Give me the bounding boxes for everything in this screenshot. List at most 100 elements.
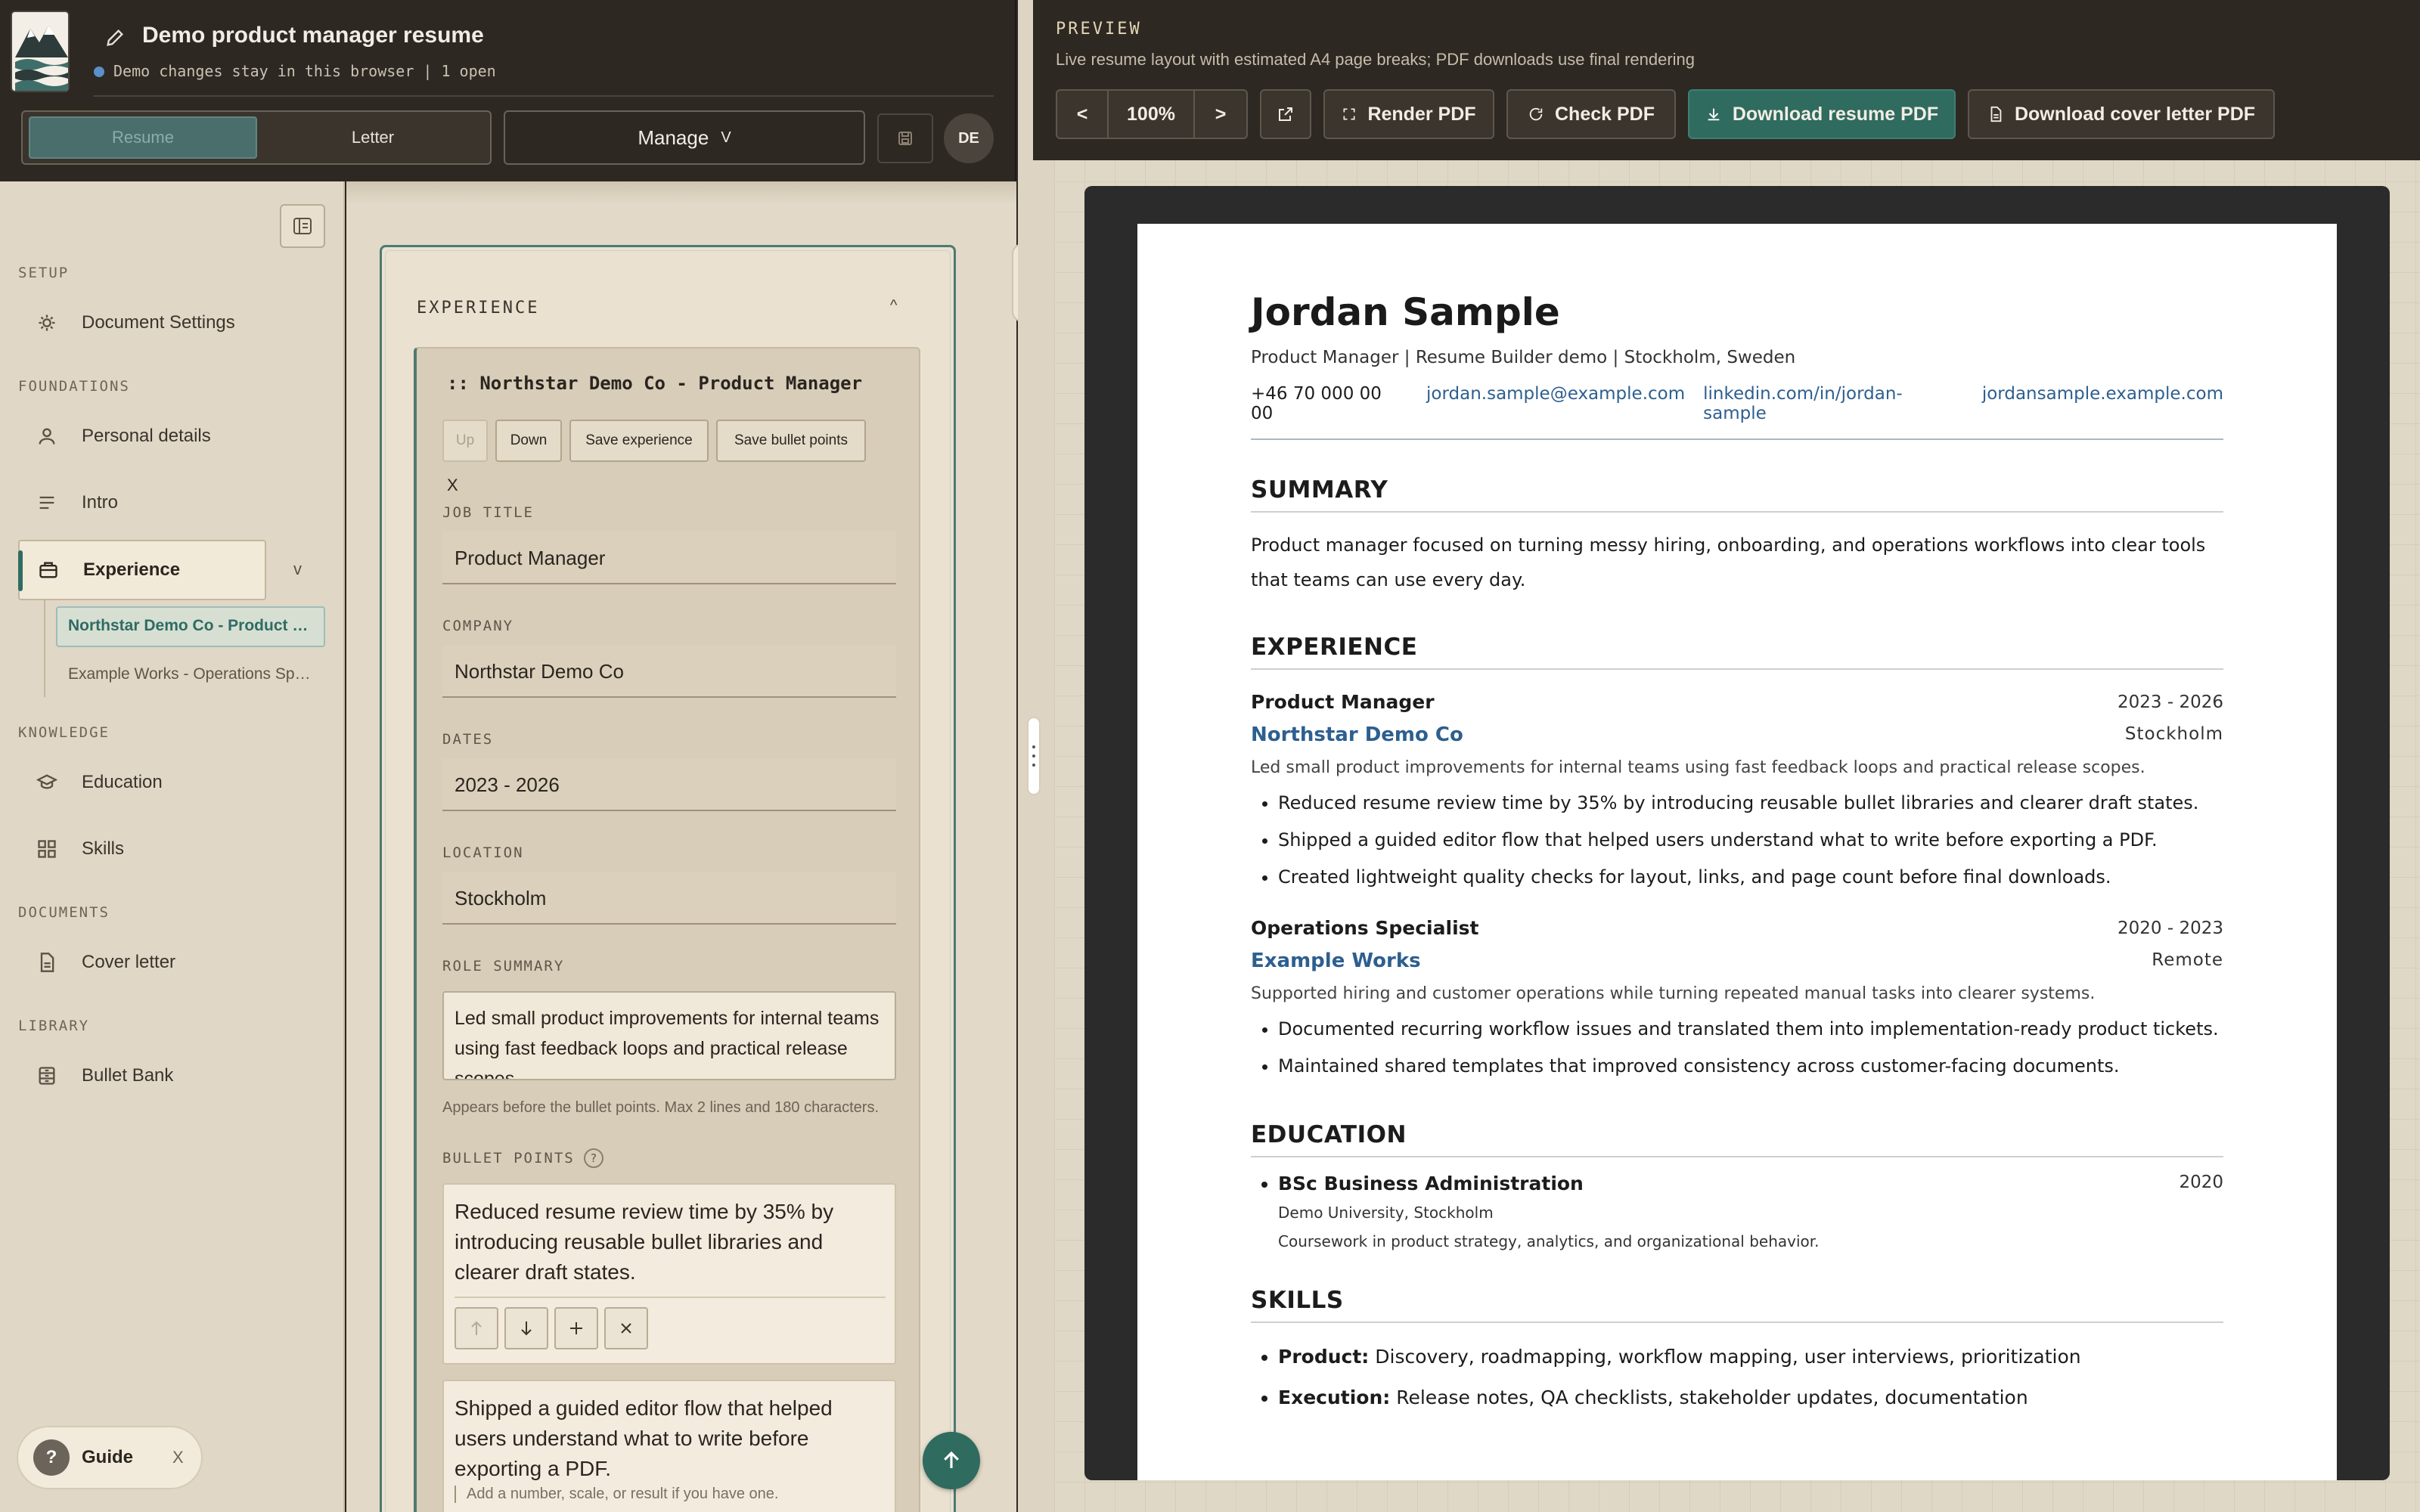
check-pdf-button[interactable]: Check PDF [1506, 89, 1676, 139]
role-summary-label: ROLE SUMMARY [442, 958, 565, 974]
experience-section-title: EXPERIENCE [417, 299, 540, 318]
sidebar-item-label: Skills [82, 838, 125, 859]
language-button[interactable]: DE [944, 113, 994, 163]
move-bullet-up-button[interactable] [455, 1307, 498, 1349]
app-logo[interactable] [11, 11, 70, 92]
download-cover-letter-pdf-button[interactable]: Download cover letter PDF [1968, 89, 2275, 139]
download-resume-pdf-button[interactable]: Download resume PDF [1688, 89, 1956, 139]
resume-job-dates: 2023 - 2026 [2118, 692, 2223, 712]
move-up-button[interactable]: Up [442, 420, 488, 462]
sidebar-item-label: Bullet Bank [82, 1065, 174, 1086]
editor-header: Demo product manager resume Demo changes… [0, 0, 1016, 181]
resume-job-location: Stockholm [2124, 724, 2223, 744]
resume-email-link[interactable]: jordan.sample@example.com [1426, 384, 1685, 423]
sidebar-item-education[interactable]: Education [18, 753, 268, 812]
role-summary-hint: Appears before the bullet points. Max 2 … [442, 1099, 880, 1116]
sidebar: SETUP Document Settings FOUNDATIONS Pers… [0, 181, 345, 1512]
job-title-input[interactable]: Product Manager [442, 531, 896, 584]
render-pdf-button[interactable]: Render PDF [1323, 89, 1494, 139]
download-letter-label: Download cover letter PDF [2014, 103, 2256, 125]
job-title-label: JOB TITLE [442, 504, 534, 521]
collapse-icon[interactable]: ^ [890, 297, 897, 314]
header-divider [94, 95, 994, 97]
chevron-down-icon[interactable]: v [293, 559, 302, 579]
delete-bullet-button[interactable] [604, 1307, 648, 1349]
manage-dropdown[interactable]: Manage V [504, 110, 865, 165]
sidebar-subitem-example-works[interactable]: Example Works - Operations Specialist [56, 656, 325, 696]
resume-website-link[interactable]: jordansample.example.com [1982, 384, 2223, 423]
briefcase-icon [36, 558, 60, 582]
resume-bullet: Maintained shared templates that improve… [1278, 1048, 2223, 1085]
zoom-in-button[interactable]: > [1195, 91, 1246, 138]
zoom-level[interactable]: 100% [1109, 91, 1195, 138]
company-label: COMPANY [442, 618, 514, 634]
text-lines-icon [35, 491, 59, 515]
save-button[interactable] [877, 113, 933, 163]
sidebar-subitem-northstar[interactable]: Northstar Demo Co - Product Manager [56, 606, 325, 647]
refresh-icon [1529, 107, 1543, 121]
section-label-documents: DOCUMENTS [18, 904, 110, 921]
skill-value: Discovery, roadmapping, workflow mapping… [1375, 1346, 2081, 1368]
guide-close-button[interactable]: X [172, 1448, 184, 1467]
move-bullet-down-button[interactable] [504, 1307, 548, 1349]
resume-bullet: Documented recurring workflow issues and… [1278, 1011, 2223, 1048]
entry-title[interactable]: :: Northstar Demo Co - Product Manager [447, 373, 862, 394]
tree-line [44, 599, 45, 697]
resume-summary: Product manager focused on turning messy… [1251, 534, 2206, 590]
guide-pill[interactable]: ? Guide X [17, 1426, 203, 1489]
location-input[interactable]: Stockholm [442, 872, 896, 925]
open-external-button[interactable] [1260, 89, 1311, 139]
resume-experience-heading: EXPERIENCE [1251, 634, 2223, 670]
sidebar-item-document-settings[interactable]: Document Settings [18, 293, 268, 352]
check-pdf-label: Check PDF [1555, 103, 1655, 125]
sidebar-item-personal-details[interactable]: Personal details [18, 407, 268, 466]
resume-contacts: +46 70 000 00 00 jordan.sample@example.c… [1251, 384, 2223, 440]
resume-education-heading: EDUCATION [1251, 1121, 2223, 1157]
bullet-text-input[interactable]: Reduced resume review time by 35% by int… [455, 1197, 878, 1287]
resume-skill-row: Product: Discovery, roadmapping, workflo… [1278, 1337, 2223, 1377]
sidebar-item-cover-letter[interactable]: Cover letter [18, 933, 268, 992]
zoom-out-button[interactable]: < [1057, 91, 1109, 138]
sidebar-item-skills[interactable]: Skills [18, 820, 268, 878]
bullet-points-label: BULLET POINTS ? [442, 1148, 603, 1168]
sidebar-collapse-button[interactable] [280, 204, 325, 248]
bullet-text-input[interactable]: Shipped a guided editor flow that helped… [455, 1393, 878, 1484]
download-resume-label: Download resume PDF [1732, 103, 1939, 125]
save-experience-button[interactable]: Save experience [569, 420, 709, 462]
sidebar-item-experience[interactable]: Experience [18, 540, 266, 600]
location-label: LOCATION [442, 844, 524, 861]
resume-linkedin-link[interactable]: linkedin.com/in/jordan-sample [1703, 384, 1964, 423]
sidebar-item-label: Experience [83, 559, 181, 580]
sidebar-item-intro[interactable]: Intro [18, 473, 268, 532]
editor-area: EXPERIENCE ^ :: Northstar Demo Co - Prod… [346, 181, 1016, 1512]
dates-input[interactable]: 2023 - 2026 [442, 758, 896, 811]
add-bullet-button[interactable] [554, 1307, 598, 1349]
resume-job-company: Northstar Demo Co [1251, 723, 1463, 746]
company-input[interactable]: Northstar Demo Co [442, 645, 896, 698]
tab-resume[interactable]: Resume [29, 116, 257, 159]
role-summary-textarea[interactable]: Led small product improvements for inter… [442, 991, 896, 1080]
tab-letter[interactable]: Letter [259, 116, 487, 159]
move-down-button[interactable]: Down [495, 420, 562, 462]
render-pdf-label: Render PDF [1367, 103, 1476, 125]
remove-entry-button[interactable]: X [447, 476, 458, 495]
document-icon [35, 950, 59, 974]
sidebar-item-bullet-bank[interactable]: Bullet Bank [18, 1046, 268, 1105]
skill-label: Product: [1278, 1346, 1370, 1368]
pencil-icon[interactable] [104, 27, 126, 48]
sidebar-item-label: Personal details [82, 426, 211, 446]
split-resize-handle[interactable] [1027, 717, 1041, 795]
help-icon[interactable]: ? [583, 1148, 603, 1168]
resume-job: Product Manager 2023 - 2026 Stockholm No… [1251, 691, 2223, 896]
bullet-point-card: Shipped a guided editor flow that helped… [442, 1380, 896, 1512]
preview-label: PREVIEW [1056, 20, 1142, 39]
save-bullet-points-button[interactable]: Save bullet points [716, 420, 866, 462]
scroll-to-top-button[interactable] [923, 1432, 980, 1489]
experience-card: EXPERIENCE ^ :: Northstar Demo Co - Prod… [380, 245, 956, 1512]
grid-icon [35, 837, 59, 861]
resume-job-summary: Led small product improvements for inter… [1251, 758, 2145, 777]
resume-job-role: Product Manager [1251, 691, 1435, 713]
document-title[interactable]: Demo product manager resume [142, 23, 484, 48]
sidebar-item-label: Cover letter [82, 952, 176, 972]
resume-job-company: Example Works [1251, 950, 1421, 972]
